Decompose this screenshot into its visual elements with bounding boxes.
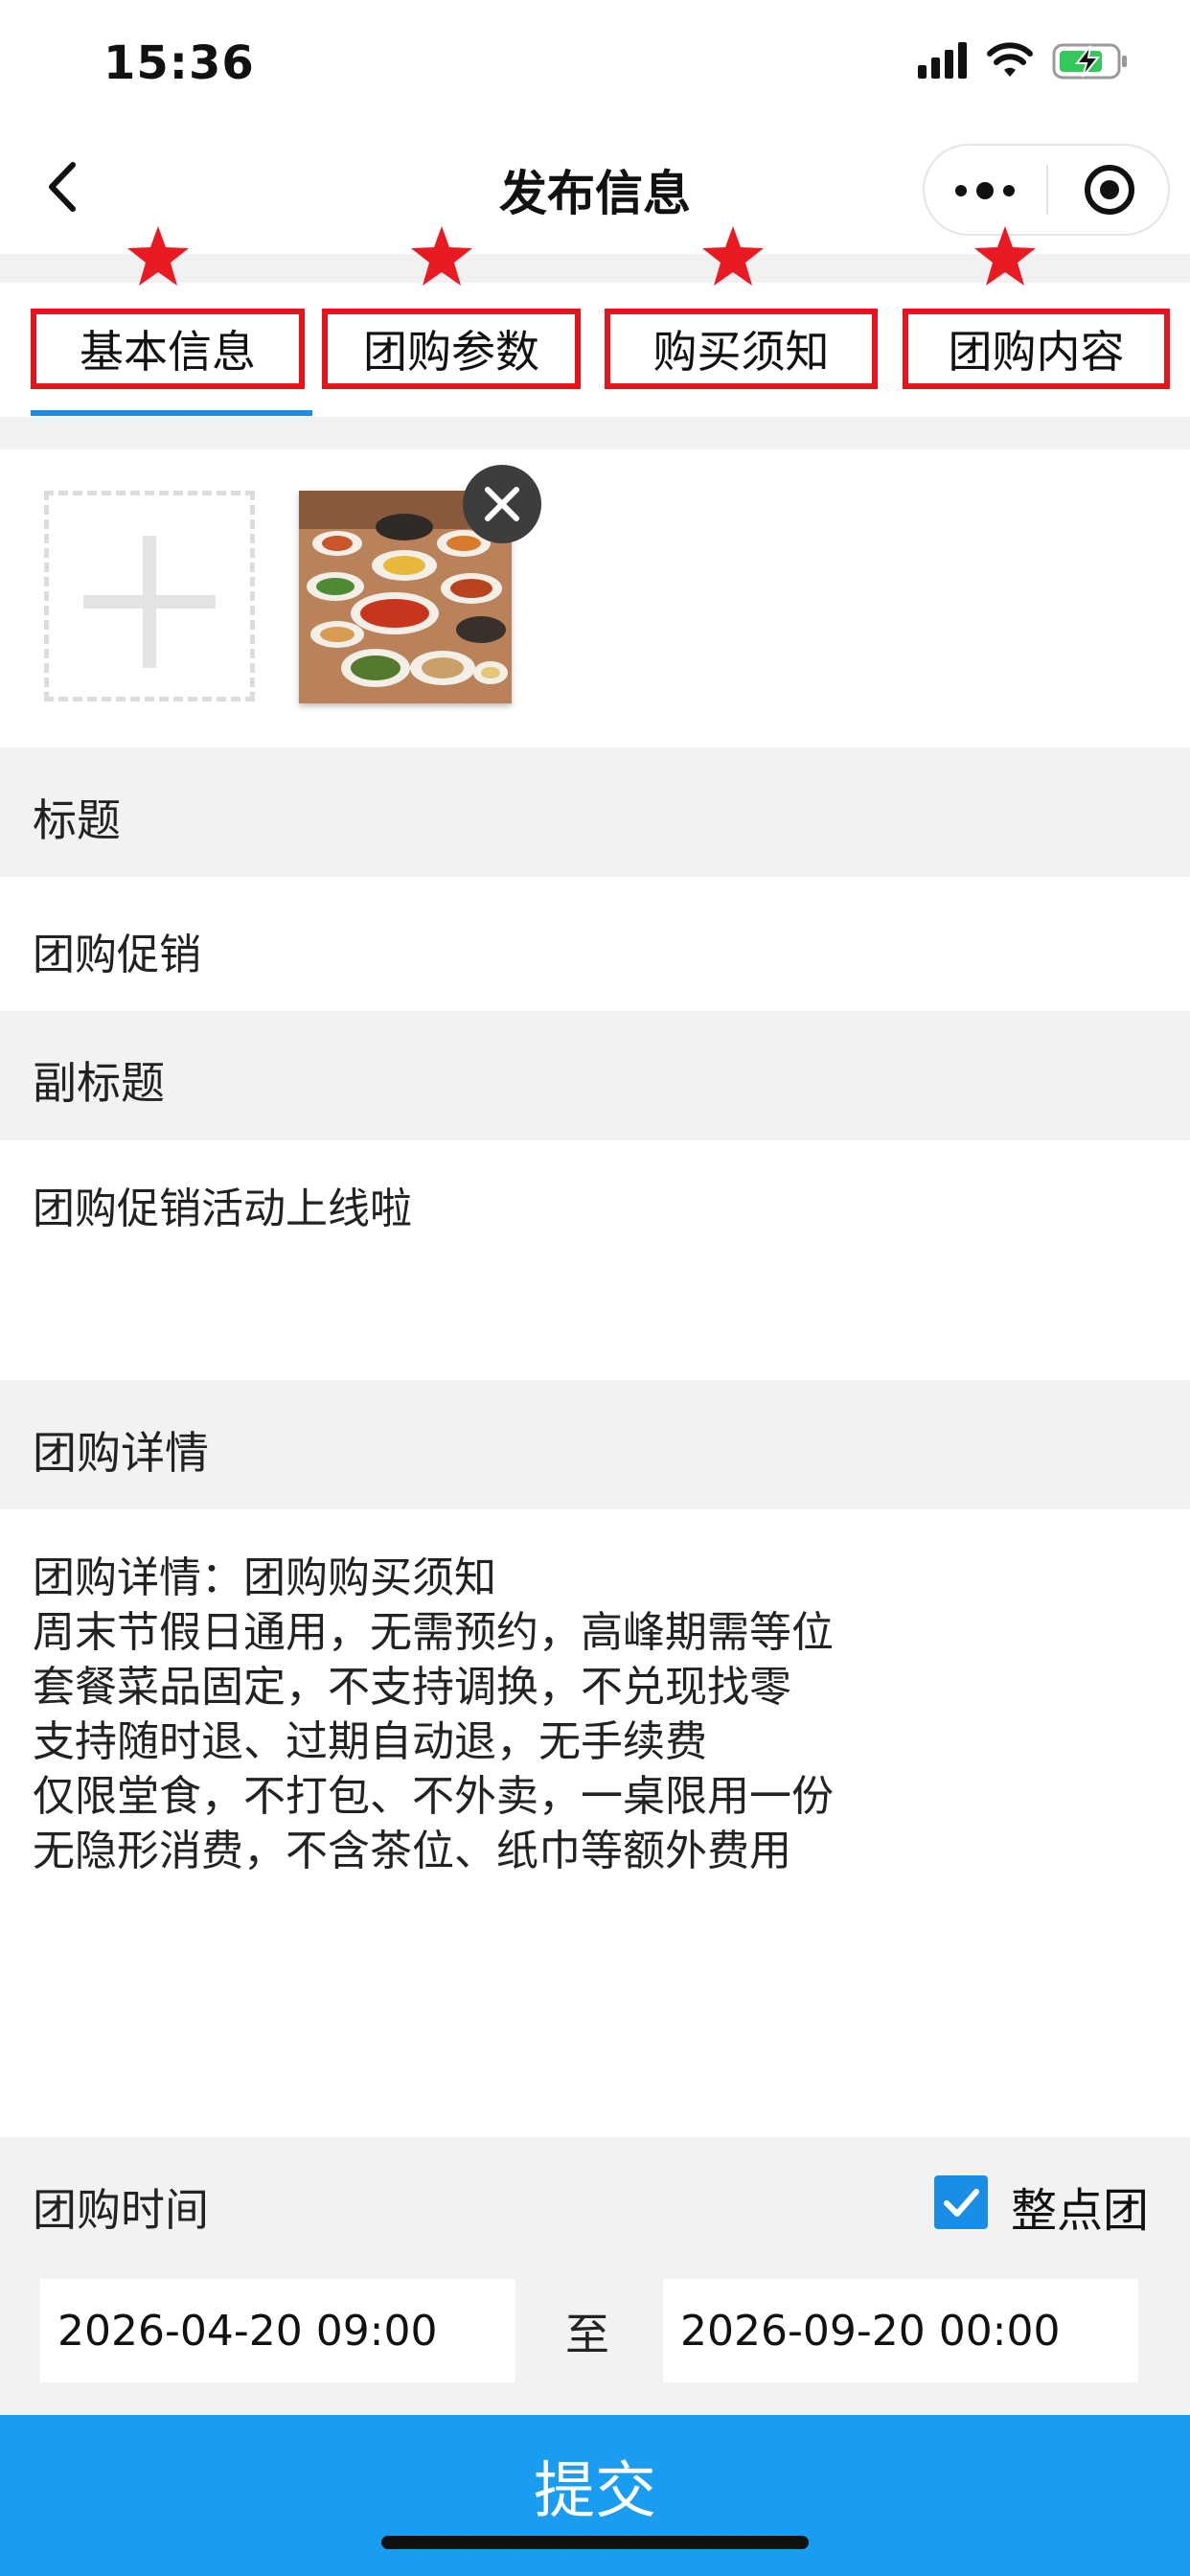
battery-charging-icon: [1052, 43, 1127, 80]
star-icon: [411, 226, 472, 286]
tab-purchase-notes[interactable]: 购买须知: [605, 309, 878, 389]
signal-icon: [918, 42, 970, 79]
divider-band: [0, 417, 1190, 449]
time-label: 团购时间: [33, 2184, 209, 2236]
tab-basic-info[interactable]: 基本信息: [31, 309, 305, 389]
details-line: 团购详情：团购购买须知: [33, 1553, 496, 1602]
subtitle-input[interactable]: 团购促销活动上线啦: [33, 1174, 412, 1235]
home-indicator: [381, 2536, 809, 2549]
start-time-picker[interactable]: 2026-04-20 09:00: [40, 2279, 515, 2382]
details-line: 无隐形消费，不含茶位、纸巾等额外费用: [33, 1827, 791, 1875]
on-the-hour-label[interactable]: 整点团: [1011, 2173, 1149, 2240]
active-tab-indicator: [31, 410, 312, 416]
wifi-icon: [987, 42, 1033, 77]
details-line: 支持随时退、过期自动退，无手续费: [33, 1717, 707, 1766]
star-icon: [974, 226, 1036, 286]
details-line: 套餐菜品固定，不支持调换，不兑现找零: [33, 1663, 791, 1712]
checkbox-checked-icon[interactable]: [934, 2175, 988, 2229]
tab-group-params[interactable]: 团购参数: [322, 309, 581, 389]
title-label: 标题: [33, 794, 121, 846]
submit-button[interactable]: 提交: [0, 2415, 1190, 2576]
end-time-picker[interactable]: 2026-09-20 00:00: [663, 2279, 1138, 2382]
close-icon[interactable]: [463, 465, 541, 543]
title-header: [0, 748, 1190, 877]
add-image-button[interactable]: [44, 491, 255, 702]
title-input[interactable]: 团购促销: [33, 920, 201, 981]
details-line: 周末节假日通用，无需预约，高峰期需等位: [33, 1608, 834, 1657]
subtitle-label: 副标题: [33, 1057, 165, 1109]
details-line: 仅限堂食，不打包、不外卖，一桌限用一份: [33, 1772, 834, 1821]
star-icon: [702, 226, 764, 286]
status-time: 15:36: [103, 36, 255, 90]
more-dots-icon[interactable]: [953, 169, 1017, 211]
details-label: 团购详情: [33, 1427, 209, 1479]
date-range-separator: 至: [565, 2309, 609, 2360]
target-icon[interactable]: [1081, 161, 1138, 218]
capsule-divider: [1046, 165, 1048, 215]
star-icon: [127, 226, 189, 286]
tab-group-content[interactable]: 团购内容: [903, 309, 1170, 389]
subtitle-header: [0, 1011, 1190, 1140]
